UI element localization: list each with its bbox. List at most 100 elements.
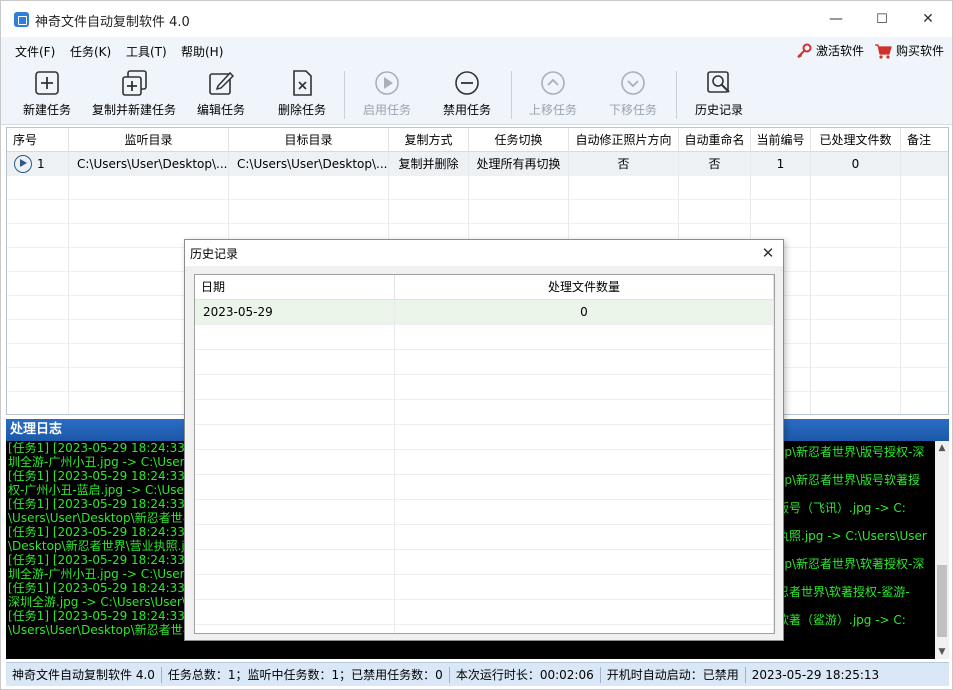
col-file-count[interactable]: 处理文件数量 [395, 275, 774, 300]
new-task-label: 新建任务 [23, 103, 72, 117]
window-title: 神奇文件自动复制软件 4.0 [35, 15, 190, 30]
empty-row [7, 200, 948, 224]
empty-cell [195, 400, 395, 425]
close-button[interactable]: ✕ [905, 1, 951, 37]
col-date[interactable]: 日期 [195, 275, 395, 300]
maximize-button[interactable]: ☐ [859, 1, 905, 37]
empty-row [7, 176, 948, 200]
main-window: 神奇文件自动复制软件 4.0 — ☐ ✕ 文件(F) 任务(K) 工具(T) 帮… [0, 0, 953, 690]
empty-cell [901, 296, 948, 320]
key-icon [797, 43, 812, 58]
new-task-button[interactable]: 新建任务 [23, 69, 71, 123]
copy-new-task-button[interactable]: 复制并新建任务 [92, 69, 176, 123]
empty-cell [7, 200, 69, 224]
row-watch-dir: C:\Users\User\Desktop\... [69, 152, 229, 176]
empty-cell [395, 350, 774, 375]
empty-row [195, 325, 774, 350]
row-file-count: 0 [395, 300, 774, 325]
empty-cell [901, 368, 948, 392]
empty-cell [395, 450, 774, 475]
col-auto-rename[interactable]: 自动重命名 [679, 128, 751, 152]
menu-file[interactable]: 文件(F) [15, 43, 55, 60]
col-copy-mode[interactable]: 复制方式 [389, 128, 469, 152]
empty-row [195, 450, 774, 475]
buy-software-button[interactable]: 购买软件 [874, 42, 944, 59]
log-line: 软著（鲨游）.jpg -> C: [777, 613, 906, 627]
toolbar-separator [676, 71, 677, 119]
minimize-button[interactable]: — [813, 1, 859, 37]
empty-row [195, 375, 774, 400]
menu-help[interactable]: 帮助(H) [181, 43, 223, 60]
col-fix-orientation[interactable]: 自动修正照片方向 [569, 128, 679, 152]
empty-cell [7, 248, 69, 272]
edit-icon [209, 71, 235, 95]
move-down-button[interactable]: 下移任务 [609, 69, 657, 123]
dialog-body: 日期 处理文件数量 2023-05-29 0 [185, 266, 783, 640]
cart-icon [875, 43, 892, 59]
empty-cell [7, 176, 69, 200]
scroll-down-icon[interactable]: ▼ [935, 645, 949, 659]
empty-cell [469, 176, 569, 200]
empty-cell [811, 176, 901, 200]
empty-cell [195, 600, 395, 625]
empty-row [195, 400, 774, 425]
empty-cell [901, 344, 948, 368]
edit-task-button[interactable]: 编辑任务 [197, 69, 245, 123]
table-row[interactable]: 1 C:\Users\User\Desktop\... C:\Users\Use… [7, 152, 948, 176]
move-up-button[interactable]: 上移任务 [529, 69, 577, 123]
empty-cell [195, 325, 395, 350]
col-watch-dir[interactable]: 监听目录 [69, 128, 229, 152]
empty-row [195, 575, 774, 600]
dialog-title: 历史记录 [190, 247, 239, 261]
status-task-total: 任务总数：1；监听中任务数：1；已禁用任务数：0 [162, 666, 450, 683]
empty-cell [7, 344, 69, 368]
table-row[interactable]: 2023-05-29 0 [195, 300, 774, 325]
menu-bar: 文件(F) 任务(K) 工具(T) 帮助(H) 激活软件 购买软件 [1, 37, 952, 65]
row-target-dir: C:\Users\User\Desktop\... [229, 152, 389, 176]
history-button[interactable]: 历史记录 [695, 69, 743, 123]
empty-cell [811, 224, 901, 248]
row-switch: 处理所有再切换 [469, 152, 569, 176]
empty-row [195, 500, 774, 525]
disable-task-button[interactable]: 禁用任务 [443, 69, 491, 123]
log-scrollbar[interactable]: ▲ ▼ [935, 441, 949, 659]
empty-cell [7, 224, 69, 248]
dialog-close-button[interactable]: ✕ [757, 242, 779, 264]
play-icon[interactable] [14, 155, 32, 173]
col-current-number[interactable]: 当前编号 [751, 128, 811, 152]
empty-cell [811, 344, 901, 368]
toolbar-separator [511, 71, 512, 119]
empty-cell [195, 475, 395, 500]
activate-label: 激活软件 [816, 44, 865, 58]
row-processed: 0 [811, 152, 901, 176]
delete-task-button[interactable]: 删除任务 [278, 69, 326, 123]
empty-cell [7, 320, 69, 344]
col-processed[interactable]: 已处理文件数 [811, 128, 901, 152]
disable-task-label: 禁用任务 [443, 103, 492, 117]
empty-cell [751, 176, 811, 200]
enable-task-button[interactable]: 启用任务 [363, 69, 411, 123]
empty-cell [395, 600, 774, 625]
empty-row [195, 600, 774, 625]
col-switch[interactable]: 任务切换 [469, 128, 569, 152]
status-autostart: 开机时自动启动：已禁用 [601, 666, 746, 683]
menu-tools[interactable]: 工具(T) [126, 43, 167, 60]
activate-software-button[interactable]: 激活软件 [796, 42, 864, 59]
task-grid-header: 序号 监听目录 目标目录 复制方式 任务切换 自动修正照片方向 自动重命名 当前… [7, 128, 948, 152]
col-index[interactable]: 序号 [7, 128, 69, 152]
row-note [901, 152, 948, 176]
empty-row [195, 550, 774, 575]
minus-circle-icon [455, 71, 479, 95]
empty-cell [69, 200, 229, 224]
col-target-dir[interactable]: 目标目录 [229, 128, 389, 152]
row-fix-orientation: 否 [569, 152, 679, 176]
scroll-thumb[interactable] [937, 565, 947, 637]
scroll-up-icon[interactable]: ▲ [935, 441, 949, 455]
empty-cell [569, 200, 679, 224]
empty-cell [195, 575, 395, 600]
col-note[interactable]: 备注 [901, 128, 948, 152]
menu-task[interactable]: 任务(K) [70, 43, 111, 60]
